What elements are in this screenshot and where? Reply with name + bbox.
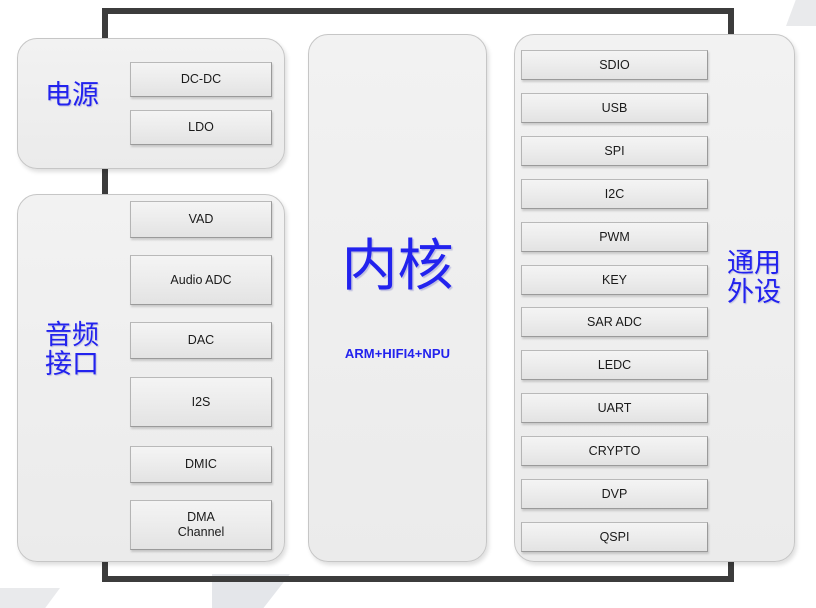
- connector-left-top-vertical: [102, 8, 108, 41]
- audio-block-dac[interactable]: DAC: [130, 322, 272, 359]
- peripherals-panel-label: 通用 外设: [727, 248, 781, 308]
- peripheral-block-i2c[interactable]: I2C: [521, 179, 708, 209]
- connector-left-bottom-vertical: [102, 559, 108, 582]
- audio-block-i2s[interactable]: I2S: [130, 377, 272, 427]
- audio-block-audio-adc[interactable]: Audio ADC: [130, 255, 272, 305]
- peripheral-block-dvp[interactable]: DVP: [521, 479, 708, 509]
- block-diagram-canvas: 电源 DC-DC LDO 音频 接口 VAD Audio ADC DAC I2S…: [0, 0, 816, 608]
- power-block-ldo[interactable]: LDO: [130, 110, 272, 145]
- watermark-shape-bottom-left: [0, 588, 60, 608]
- connector-top-horizontal: [102, 8, 734, 14]
- power-block-dc-dc[interactable]: DC-DC: [130, 62, 272, 97]
- watermark-shape-top-right: [786, 0, 816, 26]
- peripheral-block-spi[interactable]: SPI: [521, 136, 708, 166]
- peripheral-block-sdio[interactable]: SDIO: [521, 50, 708, 80]
- connector-right-top-vertical: [728, 8, 734, 37]
- peripheral-block-uart[interactable]: UART: [521, 393, 708, 423]
- peripheral-block-ledc[interactable]: LEDC: [521, 350, 708, 380]
- connector-bottom-horizontal: [102, 576, 734, 582]
- core-panel-subtitle: ARM+HIFI4+NPU: [344, 346, 451, 361]
- peripheral-block-crypto[interactable]: CRYPTO: [521, 436, 708, 466]
- peripheral-block-qspi[interactable]: QSPI: [521, 522, 708, 552]
- core-panel-title: 内核: [341, 234, 454, 299]
- audio-interface-panel-label: 音频 接口: [45, 320, 99, 380]
- audio-block-vad[interactable]: VAD: [130, 201, 272, 238]
- peripheral-block-key[interactable]: KEY: [521, 265, 708, 295]
- peripheral-block-usb[interactable]: USB: [521, 93, 708, 123]
- audio-block-dmic[interactable]: DMIC: [130, 446, 272, 483]
- peripheral-block-sar-adc[interactable]: SAR ADC: [521, 307, 708, 337]
- watermark-shape-bottom-center: [212, 574, 290, 608]
- audio-block-dma-channel[interactable]: DMA Channel: [130, 500, 272, 550]
- power-panel-label: 电源: [45, 80, 99, 111]
- connector-right-bottom-vertical: [728, 559, 734, 582]
- peripheral-block-pwm[interactable]: PWM: [521, 222, 708, 252]
